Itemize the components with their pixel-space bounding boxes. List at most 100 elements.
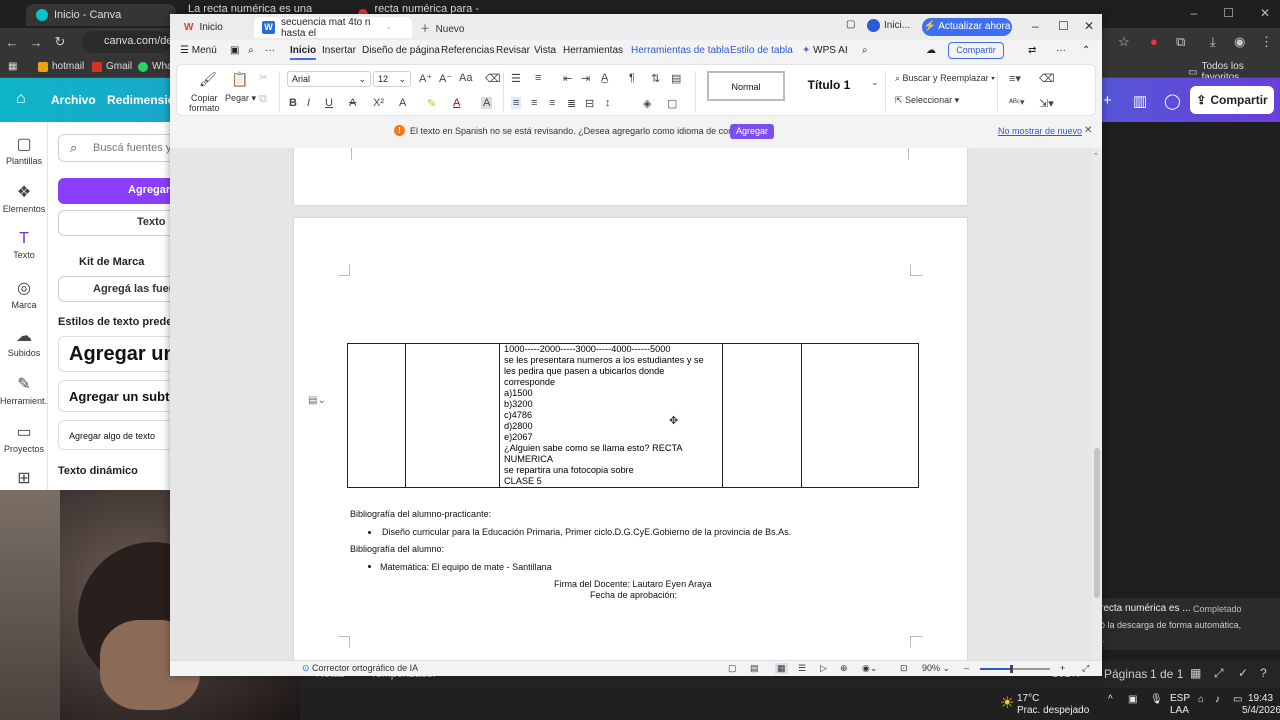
menu-archivo[interactable]: Archivo xyxy=(51,93,96,107)
collapse-ribbon-icon[interactable]: ⌃ xyxy=(1082,45,1090,56)
close-icon[interactable]: ✕ xyxy=(1084,19,1094,33)
numbering-icon[interactable]: ≡ xyxy=(535,72,541,84)
minimize-icon[interactable]: – xyxy=(1032,19,1039,33)
copy-format-label[interactable]: Copiar xyxy=(191,93,218,103)
chinese-layout-icon[interactable]: A̲ xyxy=(601,72,608,84)
reload-icon[interactable]: ↻ xyxy=(48,34,72,50)
align-left-icon[interactable]: ≡ xyxy=(511,97,522,109)
bookmark-hotmail[interactable]: hotmail xyxy=(38,61,84,72)
document-page[interactable]: ▤⌄ 1000-----2000-----3000-----4000------… xyxy=(294,218,967,660)
clock-time[interactable]: 19:43 xyxy=(1248,693,1273,704)
close-tab-icon[interactable]: · xyxy=(387,22,391,34)
scroll-up-icon[interactable]: ⌃ xyxy=(1093,152,1099,160)
font-name-select[interactable]: Arial ⌄ xyxy=(287,71,371,87)
eraser-icon[interactable]: ⌫ xyxy=(1039,72,1055,85)
search-icon[interactable]: ⌕ xyxy=(248,45,254,56)
language-top[interactable]: ESP xyxy=(1170,693,1190,704)
browser-tab[interactable]: Inicio - Canva xyxy=(26,4,176,26)
fit-page-icon[interactable]: ⊡ xyxy=(900,663,908,674)
menu-diseno-pagina[interactable]: Diseño de página xyxy=(362,45,440,56)
zoom-level[interactable]: 90% ⌄ xyxy=(922,663,950,674)
highlight-icon[interactable]: ✎ xyxy=(427,97,436,110)
select-button[interactable]: ⇱ Seleccionar ▾ xyxy=(895,95,959,106)
paste-icon[interactable]: 📋 xyxy=(231,71,248,88)
more-icon[interactable]: ··· xyxy=(1056,45,1066,56)
rail-plantillas[interactable]: ▢ Plantillas xyxy=(0,134,48,166)
zoom-slider-knob[interactable] xyxy=(1009,665,1013,673)
tray-chevron-icon[interactable]: ^ xyxy=(1108,694,1113,705)
font-color-icon[interactable]: A xyxy=(453,97,460,109)
microphone-icon[interactable]: 🎙 xyxy=(1150,694,1163,705)
dont-show-again-link[interactable]: No mostrar de nuevo xyxy=(998,126,1082,136)
web-view-icon[interactable]: ⊕ xyxy=(840,663,848,674)
menu-vista[interactable]: Vista xyxy=(534,45,556,56)
add-textbox-button[interactable]: Agregar c xyxy=(58,178,170,204)
spell-check-icon[interactable]: ᴬᴮᶜ▾ xyxy=(1009,97,1025,108)
close-notice-icon[interactable]: ✕ xyxy=(1084,125,1092,136)
cut-icon[interactable]: ✂ xyxy=(259,71,268,84)
rail-elementos[interactable]: ❖ Elementos xyxy=(0,182,48,214)
document-canvas[interactable]: ▤⌄ 1000-----2000-----3000-----4000------… xyxy=(170,148,1102,660)
text-effect-icon[interactable]: A xyxy=(399,97,406,109)
bold-icon[interactable]: B xyxy=(289,97,297,109)
menu-estilo-tabla[interactable]: Estilo de tabla xyxy=(730,45,793,56)
add-subheading-style[interactable]: Agregar un subtít xyxy=(58,380,170,412)
comment-icon[interactable]: ◯ xyxy=(1164,92,1181,110)
justify-icon[interactable]: ≣ xyxy=(567,97,576,110)
network-icon[interactable]: ⌂ xyxy=(1198,694,1204,705)
magic-text-button[interactable]: Texto xyxy=(58,210,170,236)
weather-temp[interactable]: 17°C xyxy=(1017,693,1039,704)
lesson-table[interactable]: 1000-----2000-----3000-----4000------500… xyxy=(347,343,919,488)
battery-icon[interactable]: ▭ xyxy=(1233,694,1242,705)
maximize-icon[interactable]: ☐ xyxy=(1058,19,1069,33)
check-icon[interactable]: ✓ xyxy=(1238,666,1248,680)
sort-icon[interactable]: ⇅ xyxy=(651,72,660,85)
help-icon[interactable]: ? xyxy=(1260,666,1267,680)
outline-view-icon[interactable]: ☰ xyxy=(798,663,806,674)
zoom-slider[interactable] xyxy=(980,665,1050,673)
insights-chart-icon[interactable]: ▥ xyxy=(1133,92,1147,110)
table-cell[interactable] xyxy=(405,343,500,488)
text-direction-icon[interactable]: ≡▾ xyxy=(1009,72,1021,85)
grid-view-icon[interactable]: ▦ xyxy=(1190,666,1201,680)
table-layout-icon[interactable]: ▤ xyxy=(671,72,681,85)
align-center-icon[interactable]: ≡ xyxy=(531,97,537,109)
home-icon[interactable]: ⌂ xyxy=(16,90,26,108)
print-layout-icon[interactable]: ▦ xyxy=(775,663,788,674)
bookmark-whatsapp[interactable]: Wha xyxy=(138,61,173,72)
account-button[interactable]: Inici... xyxy=(867,19,910,32)
read-mode-icon[interactable]: ▢ xyxy=(728,663,737,674)
address-bar[interactable]: canva.com/desi xyxy=(82,31,180,53)
search-icon[interactable]: ⌕ xyxy=(862,45,868,56)
upgrade-button[interactable]: ⚡ Actualizar ahora xyxy=(922,18,1012,36)
save-icon[interactable]: ▣ xyxy=(230,45,239,56)
back-icon[interactable]: ← xyxy=(0,35,24,50)
select-objects-icon[interactable]: ⇲▾ xyxy=(1039,97,1054,110)
rail-proyectos[interactable]: ▭ Proyectos xyxy=(0,422,48,454)
clear-format-icon[interactable]: ⌫ xyxy=(485,72,501,85)
rail-apps[interactable]: ⊞ xyxy=(0,468,48,490)
maximize-icon[interactable]: ☐ xyxy=(1223,6,1234,20)
more-icon[interactable]: ⋮ xyxy=(1260,34,1273,50)
rail-subidos[interactable]: ☁ Subidos xyxy=(0,326,48,358)
pages-button[interactable]: Páginas xyxy=(1104,667,1147,681)
rail-marca[interactable]: ◎ Marca xyxy=(0,278,48,310)
borders-icon[interactable]: ▢ xyxy=(667,97,677,110)
tablet-mode-icon[interactable]: ▢ xyxy=(846,19,855,30)
scroll-thumb[interactable] xyxy=(1094,448,1100,598)
font-size-select[interactable]: 12 ⌄ xyxy=(373,71,411,87)
add-icon[interactable]: + xyxy=(1103,92,1112,109)
add-heading-style[interactable]: Agregar un xyxy=(58,336,170,372)
activity-cell[interactable]: 1000-----2000-----3000-----4000------500… xyxy=(499,343,723,488)
eye-protection-icon[interactable]: ◉⌄ xyxy=(862,663,877,674)
download-notification[interactable]: recta numérica es ... Completado ó la de… xyxy=(1095,598,1280,650)
close-icon[interactable]: ✕ xyxy=(1260,6,1270,20)
zoom-out-icon[interactable]: – xyxy=(964,663,969,673)
table-cell[interactable] xyxy=(801,343,919,488)
underline-icon[interactable]: U xyxy=(325,97,333,109)
italic-icon[interactable]: I xyxy=(307,97,310,109)
change-case-icon[interactable]: Aa xyxy=(459,72,472,84)
menu-referencias[interactable]: Referencias xyxy=(441,45,494,56)
paste-button[interactable]: Pegar ▾ xyxy=(225,93,256,104)
add-brand-fonts-button[interactable]: Agregá las fuente xyxy=(58,276,170,302)
